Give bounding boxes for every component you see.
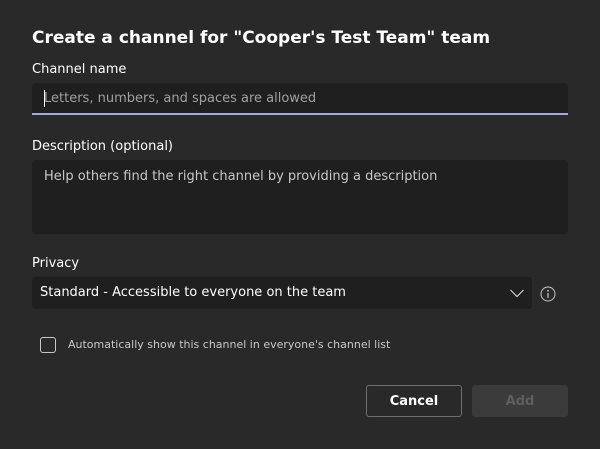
channel-name-label: Channel name: [32, 62, 127, 77]
auto-show-label: Automatically show this channel in every…: [68, 338, 391, 351]
create-channel-dialog: Create a channel for "Cooper's Test Team…: [0, 0, 600, 449]
auto-show-checkbox[interactable]: [40, 337, 56, 353]
chevron-down-icon: [510, 289, 524, 298]
privacy-label: Privacy: [32, 256, 80, 271]
text-caret: [44, 90, 45, 107]
channel-name-input[interactable]: [32, 83, 568, 115]
add-button[interactable]: Add: [472, 385, 568, 417]
info-icon[interactable]: [540, 286, 556, 302]
dialog-title: Create a channel for "Cooper's Test Team…: [32, 28, 491, 48]
privacy-selected-value: Standard - Accessible to everyone on the…: [40, 285, 346, 300]
privacy-dropdown[interactable]: Standard - Accessible to everyone on the…: [32, 277, 532, 309]
description-label: Description (optional): [32, 139, 174, 154]
cancel-button[interactable]: Cancel: [366, 385, 462, 417]
description-input[interactable]: [32, 160, 568, 234]
